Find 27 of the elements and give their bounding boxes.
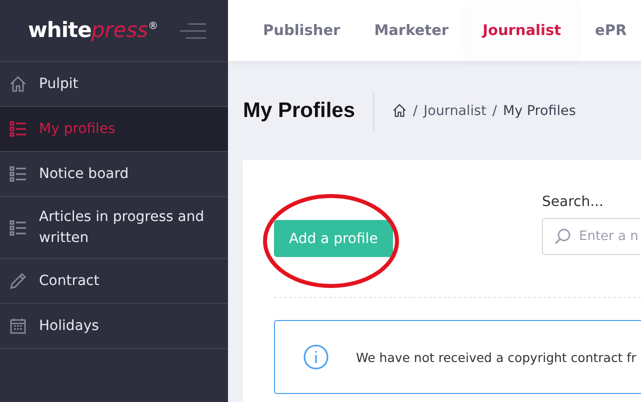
list-icon (9, 120, 27, 138)
list-icon (9, 165, 27, 183)
breadcrumb-separator: / (413, 102, 418, 118)
home-icon[interactable] (392, 103, 408, 118)
pencil-icon (9, 272, 27, 290)
search-icon (554, 228, 571, 245)
breadcrumb-separator: / (492, 102, 497, 118)
home-icon (9, 75, 27, 93)
breadcrumb-item[interactable]: Journalist (424, 102, 486, 118)
calendar-icon (9, 317, 27, 335)
info-icon (303, 344, 329, 370)
sidebar-item[interactable]: Holidays (0, 304, 228, 349)
page-title: My Profiles (243, 90, 374, 130)
tab[interactable]: Publisher (246, 0, 358, 61)
breadcrumb-item: My Profiles (502, 102, 576, 118)
menu-icon[interactable] (180, 22, 208, 38)
sidebar-item[interactable]: Contract (0, 259, 228, 304)
tab[interactable]: Marketer (357, 0, 466, 61)
notice-text: We have not received a copyright contract fr (356, 350, 636, 364)
logo: whitepress$^{®}$ (28, 20, 158, 41)
tab[interactable]: Journalist (466, 0, 578, 61)
sidebar-item[interactable]: Articles in progress and written (0, 197, 228, 259)
tab[interactable]: ePR (578, 0, 641, 61)
search-label: Search... (542, 194, 604, 210)
sidebar-item[interactable]: Notice board (0, 152, 228, 197)
list-icon (9, 218, 27, 236)
search-field[interactable]: Enter a n (542, 218, 640, 255)
